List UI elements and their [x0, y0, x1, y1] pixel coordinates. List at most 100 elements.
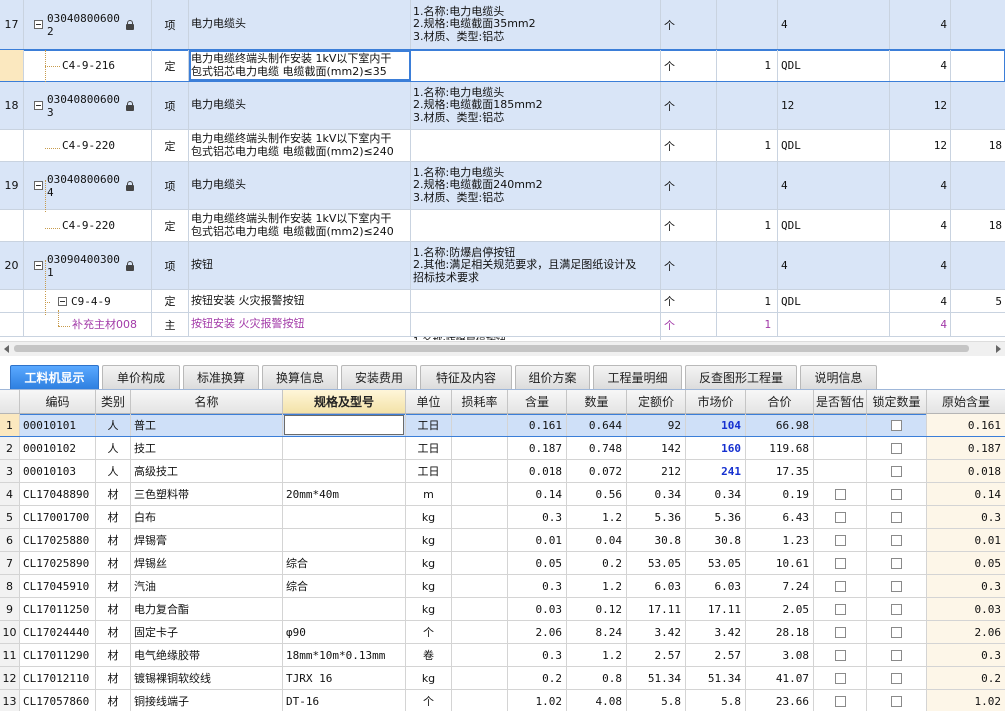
item-quantity-expr[interactable]: QDL	[778, 50, 890, 81]
resource-row[interactable]: 13 CL17057860 材 铜接线端子 DT-16 个 1.02 4.08 5.8 5.8 23…	[0, 690, 1005, 711]
checkbox-icon[interactable]	[834, 557, 846, 569]
checkbox-icon[interactable]	[891, 557, 902, 569]
resource-row[interactable]: 8 CL17045910 材 汽油 综合 kg 0.3 1.2 6.03 6.03 7.24 0.3	[0, 575, 1005, 598]
resource-unit[interactable]: kg	[406, 552, 452, 574]
checkbox-icon[interactable]	[891, 442, 902, 454]
provisional-checkbox[interactable]	[814, 483, 867, 505]
tab-4[interactable]: 安装费用	[341, 365, 417, 389]
item-type[interactable]: 定	[152, 210, 189, 241]
resource-total[interactable]: 119.68	[746, 437, 814, 459]
row-number[interactable]: 10	[0, 621, 20, 643]
tab-9[interactable]: 说明信息	[800, 365, 877, 389]
resource-original-content[interactable]: 0.187	[927, 437, 1005, 459]
resource-name[interactable]: 电气绝缘胶带	[131, 644, 283, 666]
resource-row[interactable]: 6 CL17025880 材 焊锡膏 kg 0.01 0.04 30.8 30.8 1.23 0.0…	[0, 529, 1005, 552]
resource-quota-price[interactable]: 142	[627, 437, 686, 459]
resource-row[interactable]: 11 CL17011290 材 电气绝缘胶带 18mm*10m*0.13mm 卷 0.3 1.…	[0, 644, 1005, 667]
provisional-checkbox[interactable]	[814, 598, 867, 620]
item-content[interactable]: 1	[717, 130, 778, 161]
resource-category[interactable]: 材	[96, 483, 131, 505]
item-code[interactable]: C4-9-220	[24, 210, 152, 241]
item-extra[interactable]	[951, 82, 1005, 129]
resource-row[interactable]: 12 CL17012110 材 镀锡裸铜软绞线 TJRX 16 kg 0.2 0.8 51.34…	[0, 667, 1005, 690]
resource-total[interactable]: 17.35	[746, 460, 814, 482]
resource-quota-price[interactable]: 92	[627, 414, 686, 436]
resource-unit[interactable]: 工日	[406, 414, 452, 436]
item-content[interactable]	[717, 162, 778, 209]
tab-2[interactable]: 标准换算	[183, 365, 259, 389]
resource-spec[interactable]	[283, 460, 406, 482]
resource-unit[interactable]: 卷	[406, 644, 452, 666]
resource-market-price[interactable]: 51.34	[686, 667, 746, 689]
item-quantity[interactable]: 12	[890, 130, 951, 161]
item-name[interactable]: 按钮安装 火灾报警按钮	[189, 290, 411, 312]
checkbox-icon[interactable]	[891, 672, 902, 684]
item-name[interactable]: 电力电缆头	[189, 162, 411, 209]
resource-name[interactable]: 技工	[131, 437, 283, 459]
row-number[interactable]: 8	[0, 575, 20, 597]
item-content[interactable]: 1	[717, 290, 778, 312]
resource-unit[interactable]: kg	[406, 575, 452, 597]
resource-loss-rate[interactable]	[452, 460, 508, 482]
item-quantity-expr[interactable]: QDL	[778, 290, 890, 312]
checkbox-icon[interactable]	[834, 580, 846, 592]
resource-quota-price[interactable]: 51.34	[627, 667, 686, 689]
resource-quantity[interactable]: 0.04	[567, 529, 627, 551]
checkbox-icon[interactable]	[891, 603, 902, 615]
resource-total[interactable]: 7.24	[746, 575, 814, 597]
resource-loss-rate[interactable]	[452, 414, 508, 436]
row-number[interactable]	[0, 210, 24, 241]
resource-code[interactable]: CL17025880	[20, 529, 96, 551]
lock-qty-checkbox[interactable]	[867, 437, 927, 459]
item-quantity-expr[interactable]: 4	[778, 162, 890, 209]
item-code[interactable]: 03040800600 3	[24, 82, 152, 129]
collapse-icon[interactable]	[34, 181, 43, 190]
item-quantity[interactable]: 4	[890, 242, 951, 289]
resource-code[interactable]: 00010102	[20, 437, 96, 459]
header-spec[interactable]: 规格及型号	[283, 390, 406, 413]
resource-market-price[interactable]: 160	[686, 437, 746, 459]
item-code[interactable]: 补充主材008	[24, 313, 152, 336]
checkbox-icon[interactable]	[891, 465, 902, 477]
row-number[interactable]: 6	[0, 529, 20, 551]
resource-row[interactable]: 4 CL17048890 材 三色塑料带 20mm*40m m 0.14 0.56 0.34 0.…	[0, 483, 1005, 506]
resource-loss-rate[interactable]	[452, 437, 508, 459]
bill-item-row[interactable]: 19 03040800600 4 项 电力电缆头 1.名称:电力电缆头 2.规格:电缆截…	[0, 162, 1005, 210]
item-features[interactable]: 1.名称:电力电缆头 2.规格:电缆截面240mm2 3.材质、类型:铝芯	[411, 162, 661, 209]
resource-loss-rate[interactable]	[452, 598, 508, 620]
item-features[interactable]	[411, 313, 661, 336]
item-unit[interactable]: 个	[661, 82, 717, 129]
resource-loss-rate[interactable]	[452, 667, 508, 689]
resource-quota-price[interactable]: 2.57	[627, 644, 686, 666]
resource-quantity[interactable]: 1.2	[567, 644, 627, 666]
provisional-checkbox[interactable]	[814, 437, 867, 459]
resource-row[interactable]: 1 00010101 人 普工 工日 0.161 0.644 92 104 66.98 0.161	[0, 414, 1005, 437]
header-code[interactable]: 编码	[20, 390, 96, 413]
header-loss-rate[interactable]: 损耗率	[452, 390, 508, 413]
provisional-checkbox[interactable]	[814, 529, 867, 551]
row-number[interactable]	[0, 50, 24, 81]
resource-total[interactable]: 2.05	[746, 598, 814, 620]
resource-spec[interactable]: 综合	[283, 575, 406, 597]
lock-qty-checkbox[interactable]	[867, 460, 927, 482]
resource-code[interactable]: CL17011290	[20, 644, 96, 666]
resource-loss-rate[interactable]	[452, 552, 508, 574]
resource-quantity[interactable]: 0.2	[567, 552, 627, 574]
lock-qty-checkbox[interactable]	[867, 667, 927, 689]
item-extra[interactable]	[951, 0, 1005, 49]
provisional-checkbox[interactable]	[814, 667, 867, 689]
resource-unit[interactable]: kg	[406, 598, 452, 620]
resource-row[interactable]: 2 00010102 人 技工 工日 0.187 0.748 142 160 119.68 0.18…	[0, 437, 1005, 460]
provisional-checkbox[interactable]	[814, 644, 867, 666]
resource-code[interactable]: CL17045910	[20, 575, 96, 597]
resource-name[interactable]: 普工	[131, 414, 283, 436]
resource-code[interactable]: CL17011250	[20, 598, 96, 620]
tab-1[interactable]: 单价构成	[102, 365, 180, 389]
resource-quantity[interactable]: 0.8	[567, 667, 627, 689]
resource-loss-rate[interactable]	[452, 483, 508, 505]
resource-quota-price[interactable]: 212	[627, 460, 686, 482]
item-type[interactable]: 项	[152, 162, 189, 209]
resource-quantity[interactable]: 0.072	[567, 460, 627, 482]
quota-row[interactable]: C9-4-9 定 按钮安装 火灾报警按钮 个 1 QDL 4 5	[0, 290, 1005, 313]
resource-original-content[interactable]: 0.2	[927, 667, 1005, 689]
